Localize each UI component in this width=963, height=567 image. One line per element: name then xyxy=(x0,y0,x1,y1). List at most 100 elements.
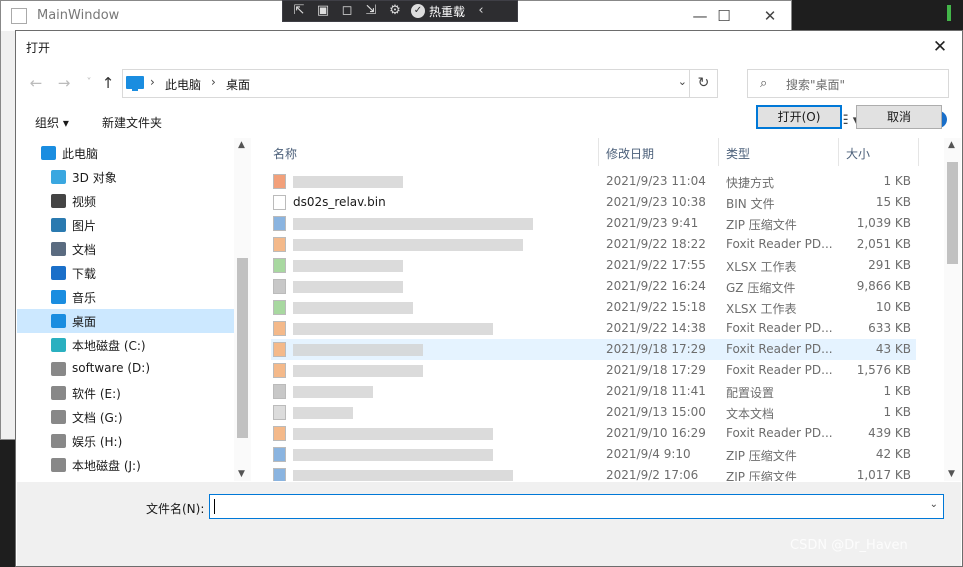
display-layout-adorners-icon[interactable]: ▣ xyxy=(315,3,331,19)
scroll-down-icon[interactable]: ▼ xyxy=(948,469,955,479)
scroll-thumb[interactable] xyxy=(947,162,958,264)
downloads-icon xyxy=(51,266,66,280)
file-icon xyxy=(273,321,286,336)
collapse-toolbar-icon[interactable]: ‹ xyxy=(473,3,489,19)
file-type: ZIP 压缩文件 xyxy=(726,449,797,463)
file-icon xyxy=(273,384,286,399)
file-date: 2021/9/18 17:29 xyxy=(606,363,706,377)
track-focus-icon[interactable]: ◻ xyxy=(339,3,355,19)
tree-item[interactable]: software (D:) xyxy=(17,357,235,381)
file-row[interactable]: 2021/9/2 17:06 ZIP 压缩文件 1,017 KB xyxy=(271,465,916,481)
recent-locations-button[interactable]: ˅ xyxy=(79,73,99,93)
column-header-date[interactable]: 修改日期 xyxy=(606,145,654,162)
hot-reload-button[interactable]: ✓ 热重载 xyxy=(411,3,465,20)
file-row[interactable]: 2021/9/13 15:00 文本文档 1 KB xyxy=(271,402,916,423)
tree-item-label: 桌面 xyxy=(72,315,97,329)
file-size: 15 KB xyxy=(875,195,911,209)
tree-item[interactable]: 本地磁盘 (C:) xyxy=(17,333,235,357)
search-input[interactable]: 搜索"桌面" xyxy=(786,76,845,93)
file-size: 2,051 KB xyxy=(856,237,911,251)
filename-label: 文件名(N): xyxy=(146,502,205,516)
file-row[interactable]: 2021/9/18 11:41 配置设置 1 KB xyxy=(271,381,916,402)
address-bar[interactable]: › 此电脑 › 桌面 ⌄ ↻ xyxy=(122,69,718,98)
back-button[interactable]: ← xyxy=(26,73,46,93)
up-button[interactable]: ↑ xyxy=(98,73,118,93)
maximize-button[interactable]: ☐ xyxy=(701,1,747,31)
tree-item[interactable]: 3D 对象 xyxy=(17,165,235,189)
file-row[interactable]: 2021/9/22 15:18 XLSX 工作表 10 KB xyxy=(271,297,916,318)
file-row[interactable]: 2021/9/18 17:29 Foxit Reader PD... 1,576 K… xyxy=(271,360,916,381)
tree-item[interactable]: 下载 xyxy=(17,261,235,285)
breadcrumb-this-pc[interactable]: 此电脑 xyxy=(165,76,201,93)
file-type: Foxit Reader PD... xyxy=(726,363,833,377)
drive-c-icon xyxy=(51,338,66,352)
hot-reload-label: 热重载 xyxy=(429,4,466,19)
file-icon xyxy=(273,405,286,420)
file-size: 291 KB xyxy=(868,258,911,272)
scroll-thumb[interactable] xyxy=(237,258,248,438)
column-divider[interactable] xyxy=(918,138,919,166)
live-tree-icon[interactable]: ⚙ xyxy=(387,3,403,19)
file-row[interactable]: ds02s_relav.bin 2021/9/23 10:38 BIN 文件 15 K… xyxy=(271,192,916,213)
main-close-button[interactable]: ✕ xyxy=(747,1,793,31)
column-header-name[interactable]: 名称 xyxy=(273,145,297,162)
chevron-down-icon[interactable]: ⌄ xyxy=(930,499,938,510)
file-type: Foxit Reader PD... xyxy=(726,237,833,251)
file-date: 2021/9/23 10:38 xyxy=(606,195,706,209)
file-type: 文本文档 xyxy=(726,407,775,421)
file-row[interactable]: 2021/9/10 16:29 Foxit Reader PD... 439 KB xyxy=(271,423,916,444)
file-row[interactable]: 2021/9/22 16:24 GZ 压缩文件 9,866 KB xyxy=(271,276,916,297)
breadcrumb-desktop[interactable]: 桌面 xyxy=(226,76,250,93)
redacted-filename xyxy=(293,218,533,230)
file-type: Foxit Reader PD... xyxy=(726,426,833,440)
tree-item[interactable]: 桌面 xyxy=(17,309,235,333)
tree-item[interactable]: 本地磁盘 (J:) xyxy=(17,453,235,477)
open-file-dialog: 打开 ✕ ← → ˅ ↑ › 此电脑 › 桌面 ⌄ ↻ ⌕ 搜索"桌面" 组织 … xyxy=(15,30,963,567)
tree-item[interactable]: 软件 (E:) xyxy=(17,381,235,405)
file-row[interactable]: 2021/9/23 11:04 快捷方式 1 KB xyxy=(271,171,916,192)
file-date: 2021/9/22 18:22 xyxy=(606,237,706,251)
file-type: XLSX 工作表 xyxy=(726,302,797,316)
open-button[interactable]: 打开(O) xyxy=(756,105,842,129)
file-date: 2021/9/10 16:29 xyxy=(606,426,706,440)
column-divider[interactable] xyxy=(838,138,839,166)
column-header-type[interactable]: 类型 xyxy=(726,145,750,162)
file-date: 2021/9/23 11:04 xyxy=(606,174,706,188)
tree-item[interactable]: 文档 (G:) xyxy=(17,405,235,429)
tree-item[interactable]: 视频 xyxy=(17,189,235,213)
column-header-size[interactable]: 大小 xyxy=(846,145,870,162)
scroll-down-icon[interactable]: ▼ xyxy=(238,469,245,479)
tree-item-label: 本地磁盘 (C:) xyxy=(72,339,146,353)
file-row[interactable]: 2021/9/4 9:10 ZIP 压缩文件 42 KB xyxy=(271,444,916,465)
forward-button[interactable]: → xyxy=(54,73,74,93)
file-list-scrollbar[interactable]: ▲ ▼ xyxy=(944,138,961,481)
tree-item[interactable]: 文档 xyxy=(17,237,235,261)
file-row[interactable]: 2021/9/22 18:22 Foxit Reader PD... 2,051 K… xyxy=(271,234,916,255)
file-type: GZ 压缩文件 xyxy=(726,281,796,295)
file-row[interactable]: 2021/9/23 9:41 ZIP 压缩文件 1,039 KB xyxy=(271,213,916,234)
navigation-scrollbar[interactable]: ▲ ▼ xyxy=(234,138,251,481)
file-row[interactable]: 2021/9/22 17:55 XLSX 工作表 291 KB xyxy=(271,255,916,276)
refresh-button[interactable]: ↻ xyxy=(689,70,717,97)
column-divider[interactable] xyxy=(598,138,599,166)
address-dropdown-icon[interactable]: ⌄ xyxy=(678,75,687,88)
column-divider[interactable] xyxy=(718,138,719,166)
tree-item[interactable]: 音乐 xyxy=(17,285,235,309)
cancel-button[interactable]: 取消 xyxy=(856,105,942,129)
select-element-icon[interactable]: ⇱ xyxy=(291,3,307,19)
file-row[interactable]: 2021/9/22 14:38 Foxit Reader PD... 633 KB xyxy=(271,318,916,339)
show-bindings-icon[interactable]: ⇲ xyxy=(363,3,379,19)
scroll-up-icon[interactable]: ▲ xyxy=(948,140,955,150)
organize-button[interactable]: 组织 ▾ xyxy=(35,114,69,131)
scroll-up-icon[interactable]: ▲ xyxy=(238,140,245,150)
tree-item[interactable]: 此电脑 xyxy=(17,141,235,165)
search-box[interactable]: ⌕ 搜索"桌面" xyxy=(747,69,949,98)
file-icon xyxy=(273,279,286,294)
file-icon xyxy=(273,258,286,273)
tree-item[interactable]: 娱乐 (H:) xyxy=(17,429,235,453)
tree-item[interactable]: 图片 xyxy=(17,213,235,237)
new-folder-button[interactable]: 新建文件夹 xyxy=(102,114,162,131)
dialog-close-button[interactable]: ✕ xyxy=(928,35,952,59)
file-row[interactable]: 2021/9/18 17:29 Foxit Reader PD... 43 KB xyxy=(271,339,916,360)
filename-input[interactable]: ⌄ xyxy=(209,494,944,519)
